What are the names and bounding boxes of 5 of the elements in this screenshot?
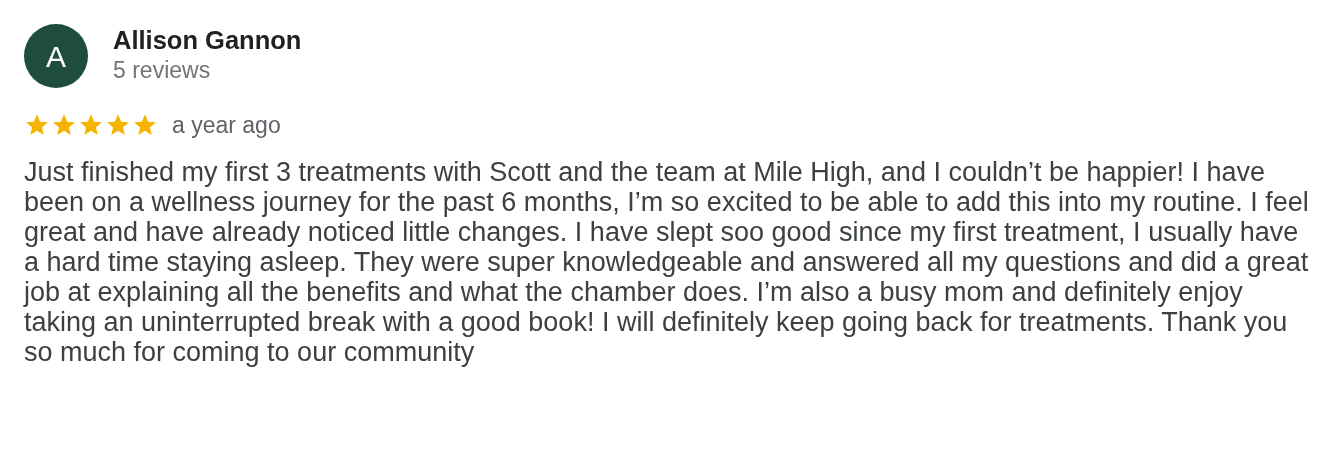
avatar[interactable]: A: [24, 24, 88, 88]
review-text: Just finished my first 3 treatments with Scott and the team at Mile High, and I couldn’t be happier! I have been on a wellness journey for the past 6 months, I’m so excited to be able to add this into my routine. I feel great and have already noticed little changes. I have slept soo good since my first treatment, I usually have a hard time staying asleep. They were super knowledgeable and answered all my questions and did a great job at explaining all the benefits and what the chamber does. I’m also a busy mom and definitely enjoy taking an uninterrupted break with a good book! I will definitely keep going back for treatments. Thank you so much for coming to our community: [24, 156, 1310, 367]
review-time: a year ago: [172, 111, 281, 140]
reviewer-name[interactable]: Allison Gannon: [113, 25, 302, 55]
review-count: 5 reviews: [113, 56, 212, 85]
